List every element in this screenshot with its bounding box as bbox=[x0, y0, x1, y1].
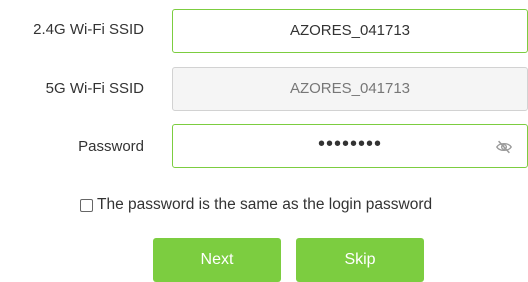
eye-slash-icon[interactable] bbox=[495, 138, 513, 156]
same-password-checkbox[interactable] bbox=[80, 198, 93, 212]
ssid-24-label: 2.4G Wi-Fi SSID bbox=[33, 21, 144, 38]
password-input[interactable]: •••••••• bbox=[172, 124, 528, 168]
same-password-label[interactable]: The password is the same as the login pa… bbox=[97, 196, 432, 214]
same-password-row[interactable]: The password is the same as the login pa… bbox=[80, 196, 432, 214]
password-masked-value: •••••••• bbox=[317, 133, 382, 155]
skip-button[interactable]: Skip bbox=[296, 238, 424, 282]
password-label: Password bbox=[78, 138, 144, 155]
ssid-5-label: 5G Wi-Fi SSID bbox=[45, 80, 144, 97]
ssid-24-input[interactable]: AZORES_041713 bbox=[172, 9, 528, 53]
ssid-24-value: AZORES_041713 bbox=[289, 22, 411, 39]
ssid-5-value: AZORES_041713 bbox=[289, 80, 411, 97]
next-button[interactable]: Next bbox=[153, 238, 281, 282]
ssid-5-input: AZORES_041713 bbox=[172, 67, 528, 111]
